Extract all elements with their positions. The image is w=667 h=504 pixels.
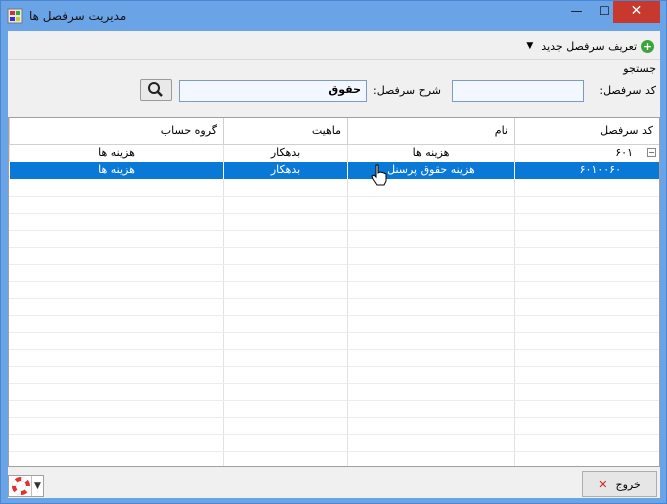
headings-grid[interactable]: کد سرفصل نام ماهیت گروه حساب ۶۰۱ − هزینه… bbox=[8, 117, 660, 467]
search-button[interactable] bbox=[140, 79, 172, 101]
combo-arrow-icon[interactable]: ▼ bbox=[31, 476, 43, 496]
nature-cell: بدهکار bbox=[223, 145, 347, 162]
name-cell: هزینه ها bbox=[347, 145, 514, 162]
hand-cursor-icon bbox=[371, 164, 387, 186]
main-window: مدیریت سرفصل ها — ☐ ✕ + تعریف سرفصل جدید… bbox=[0, 0, 667, 504]
code-label: کد سرفصل: bbox=[599, 84, 656, 97]
new-heading-menu[interactable]: + تعریف سرفصل جدید ▼ bbox=[526, 37, 654, 55]
row-divider bbox=[9, 281, 659, 282]
row-divider bbox=[9, 298, 659, 299]
dropdown-arrow-icon: ▼ bbox=[526, 41, 534, 51]
table-row[interactable]: ۶۰۱ − هزینه ها بدهکار هزینه ها bbox=[9, 145, 659, 162]
row-divider bbox=[9, 247, 659, 248]
row-divider bbox=[9, 383, 659, 384]
nature-cell: بدهکار bbox=[223, 162, 347, 179]
row-divider bbox=[9, 264, 659, 265]
exit-button[interactable]: خروج ✕ bbox=[582, 471, 657, 497]
menu-bar: + تعریف سرفصل جدید ▼ bbox=[8, 31, 660, 59]
group-cell: هزینه ها bbox=[9, 145, 223, 162]
search-group: جستجو کد سرفصل: شرح سرفصل: حقوق bbox=[8, 59, 660, 115]
row-divider bbox=[9, 417, 659, 418]
exit-label: خروج bbox=[615, 477, 641, 491]
group-cell: هزینه ها bbox=[9, 162, 223, 179]
header-code[interactable]: کد سرفصل bbox=[514, 118, 659, 144]
lifebuoy-icon bbox=[12, 477, 30, 495]
search-group-title: جستجو bbox=[623, 62, 656, 75]
description-input[interactable]: حقوق bbox=[179, 80, 367, 102]
title-bar[interactable]: مدیریت سرفصل ها — ☐ ✕ bbox=[1, 1, 666, 31]
row-divider bbox=[9, 349, 659, 350]
grid-header: کد سرفصل نام ماهیت گروه حساب bbox=[9, 118, 659, 145]
exit-icon: ✕ bbox=[598, 477, 608, 491]
maximize-icon: ☐ bbox=[599, 4, 610, 18]
row-divider bbox=[9, 400, 659, 401]
description-label: شرح سرفصل: bbox=[372, 84, 441, 97]
code-input[interactable] bbox=[452, 80, 584, 102]
client-area: + تعریف سرفصل جدید ▼ جستجو کد سرفصل: شرح… bbox=[8, 31, 660, 498]
header-nature[interactable]: ماهیت bbox=[223, 118, 347, 144]
minimize-icon: — bbox=[570, 4, 583, 18]
code-cell: ۶۰۱ bbox=[514, 145, 659, 162]
new-heading-label: تعریف سرفصل جدید bbox=[541, 39, 637, 53]
collapse-toggle-icon[interactable]: − bbox=[647, 148, 656, 157]
row-divider bbox=[9, 230, 659, 231]
add-icon: + bbox=[641, 39, 654, 53]
app-icon bbox=[7, 8, 23, 24]
code-cell: ۶۰۱۰۰۶۰ bbox=[514, 162, 659, 179]
header-group[interactable]: گروه حساب bbox=[9, 118, 223, 144]
minimize-button[interactable]: — bbox=[563, 1, 590, 23]
row-divider bbox=[9, 451, 659, 452]
row-divider bbox=[9, 434, 659, 435]
table-row-selected[interactable]: ۶۰۱۰۰۶۰ هزینه حقوق پرسنل بدهکار هزینه ها bbox=[9, 162, 659, 179]
row-divider bbox=[9, 315, 659, 316]
footer-bar: ▼ خروج ✕ bbox=[8, 467, 660, 498]
options-combo[interactable]: ▼ bbox=[8, 475, 44, 497]
close-button[interactable]: ✕ bbox=[613, 1, 660, 23]
header-name[interactable]: نام bbox=[347, 118, 514, 144]
row-divider bbox=[9, 196, 659, 197]
search-icon bbox=[148, 82, 163, 97]
row-divider bbox=[9, 213, 659, 214]
row-divider bbox=[9, 366, 659, 367]
close-icon: ✕ bbox=[630, 3, 643, 19]
window-title: مدیریت سرفصل ها bbox=[29, 9, 127, 23]
row-divider bbox=[9, 332, 659, 333]
